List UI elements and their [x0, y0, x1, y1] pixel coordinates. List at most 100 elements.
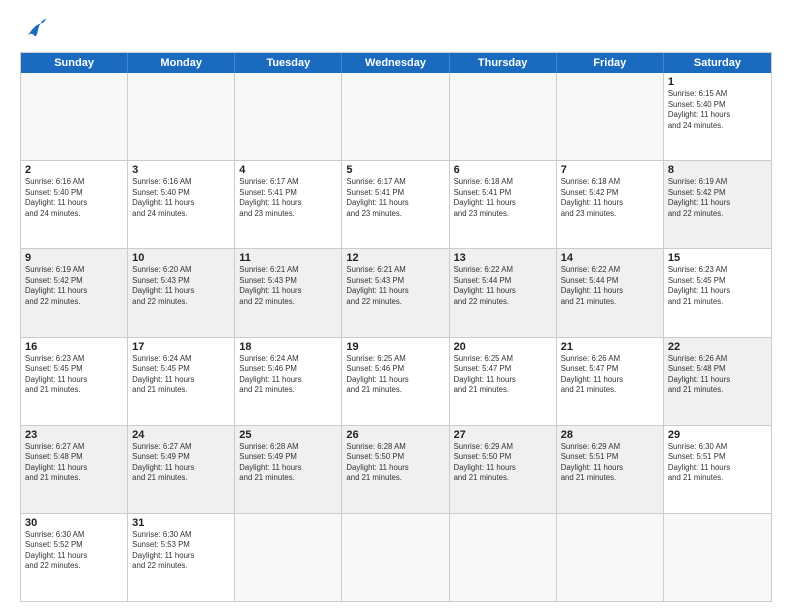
cell-text: Sunrise: 6:15 AM Sunset: 5:40 PM Dayligh… [668, 89, 767, 131]
table-row: 10Sunrise: 6:20 AM Sunset: 5:43 PM Dayli… [128, 249, 235, 336]
day-number: 24 [132, 429, 230, 441]
calendar-row: 16Sunrise: 6:23 AM Sunset: 5:45 PM Dayli… [21, 337, 771, 425]
calendar-body: 1Sunrise: 6:15 AM Sunset: 5:40 PM Daylig… [21, 73, 771, 601]
day-number: 26 [346, 429, 444, 441]
day-number: 31 [132, 517, 230, 529]
header-thursday: Thursday [450, 53, 557, 73]
table-row: 21Sunrise: 6:26 AM Sunset: 5:47 PM Dayli… [557, 338, 664, 425]
table-row: 6Sunrise: 6:18 AM Sunset: 5:41 PM Daylig… [450, 161, 557, 248]
table-row: 5Sunrise: 6:17 AM Sunset: 5:41 PM Daylig… [342, 161, 449, 248]
header-wednesday: Wednesday [342, 53, 449, 73]
table-row [450, 73, 557, 160]
cell-text: Sunrise: 6:24 AM Sunset: 5:46 PM Dayligh… [239, 354, 337, 396]
cell-text: Sunrise: 6:22 AM Sunset: 5:44 PM Dayligh… [561, 265, 659, 307]
table-row: 2Sunrise: 6:16 AM Sunset: 5:40 PM Daylig… [21, 161, 128, 248]
day-number: 28 [561, 429, 659, 441]
day-number: 30 [25, 517, 123, 529]
table-row: 29Sunrise: 6:30 AM Sunset: 5:51 PM Dayli… [664, 426, 771, 513]
table-row: 16Sunrise: 6:23 AM Sunset: 5:45 PM Dayli… [21, 338, 128, 425]
table-row: 28Sunrise: 6:29 AM Sunset: 5:51 PM Dayli… [557, 426, 664, 513]
header-tuesday: Tuesday [235, 53, 342, 73]
day-number: 8 [668, 164, 767, 176]
table-row: 23Sunrise: 6:27 AM Sunset: 5:48 PM Dayli… [21, 426, 128, 513]
table-row: 24Sunrise: 6:27 AM Sunset: 5:49 PM Dayli… [128, 426, 235, 513]
cell-text: Sunrise: 6:17 AM Sunset: 5:41 PM Dayligh… [346, 177, 444, 219]
cell-text: Sunrise: 6:29 AM Sunset: 5:51 PM Dayligh… [561, 442, 659, 484]
cell-text: Sunrise: 6:18 AM Sunset: 5:42 PM Dayligh… [561, 177, 659, 219]
table-row [664, 514, 771, 601]
day-number: 22 [668, 341, 767, 353]
day-number: 19 [346, 341, 444, 353]
day-number: 1 [668, 76, 767, 88]
table-row: 14Sunrise: 6:22 AM Sunset: 5:44 PM Dayli… [557, 249, 664, 336]
day-number: 5 [346, 164, 444, 176]
table-row: 17Sunrise: 6:24 AM Sunset: 5:45 PM Dayli… [128, 338, 235, 425]
cell-text: Sunrise: 6:17 AM Sunset: 5:41 PM Dayligh… [239, 177, 337, 219]
calendar-row: 1Sunrise: 6:15 AM Sunset: 5:40 PM Daylig… [21, 73, 771, 160]
cell-text: Sunrise: 6:28 AM Sunset: 5:49 PM Dayligh… [239, 442, 337, 484]
logo-icon [20, 16, 48, 44]
table-row: 11Sunrise: 6:21 AM Sunset: 5:43 PM Dayli… [235, 249, 342, 336]
cell-text: Sunrise: 6:25 AM Sunset: 5:47 PM Dayligh… [454, 354, 552, 396]
calendar-row: 9Sunrise: 6:19 AM Sunset: 5:42 PM Daylig… [21, 248, 771, 336]
day-number: 20 [454, 341, 552, 353]
cell-text: Sunrise: 6:30 AM Sunset: 5:51 PM Dayligh… [668, 442, 767, 484]
day-number: 11 [239, 252, 337, 264]
cell-text: Sunrise: 6:23 AM Sunset: 5:45 PM Dayligh… [668, 265, 767, 307]
calendar-row: 23Sunrise: 6:27 AM Sunset: 5:48 PM Dayli… [21, 425, 771, 513]
day-number: 14 [561, 252, 659, 264]
day-number: 18 [239, 341, 337, 353]
cell-text: Sunrise: 6:30 AM Sunset: 5:53 PM Dayligh… [132, 530, 230, 572]
day-number: 7 [561, 164, 659, 176]
cell-text: Sunrise: 6:21 AM Sunset: 5:43 PM Dayligh… [346, 265, 444, 307]
table-row: 30Sunrise: 6:30 AM Sunset: 5:52 PM Dayli… [21, 514, 128, 601]
cell-text: Sunrise: 6:29 AM Sunset: 5:50 PM Dayligh… [454, 442, 552, 484]
cell-text: Sunrise: 6:26 AM Sunset: 5:47 PM Dayligh… [561, 354, 659, 396]
table-row: 12Sunrise: 6:21 AM Sunset: 5:43 PM Dayli… [342, 249, 449, 336]
cell-text: Sunrise: 6:18 AM Sunset: 5:41 PM Dayligh… [454, 177, 552, 219]
calendar-row: 30Sunrise: 6:30 AM Sunset: 5:52 PM Dayli… [21, 513, 771, 601]
table-row [235, 514, 342, 601]
table-row: 26Sunrise: 6:28 AM Sunset: 5:50 PM Dayli… [342, 426, 449, 513]
cell-text: Sunrise: 6:16 AM Sunset: 5:40 PM Dayligh… [25, 177, 123, 219]
day-number: 6 [454, 164, 552, 176]
day-number: 10 [132, 252, 230, 264]
table-row [342, 73, 449, 160]
cell-text: Sunrise: 6:16 AM Sunset: 5:40 PM Dayligh… [132, 177, 230, 219]
table-row: 27Sunrise: 6:29 AM Sunset: 5:50 PM Dayli… [450, 426, 557, 513]
table-row: 8Sunrise: 6:19 AM Sunset: 5:42 PM Daylig… [664, 161, 771, 248]
table-row [128, 73, 235, 160]
header [20, 16, 772, 44]
cell-text: Sunrise: 6:26 AM Sunset: 5:48 PM Dayligh… [668, 354, 767, 396]
table-row: 4Sunrise: 6:17 AM Sunset: 5:41 PM Daylig… [235, 161, 342, 248]
logo [20, 16, 50, 44]
table-row [21, 73, 128, 160]
table-row: 19Sunrise: 6:25 AM Sunset: 5:46 PM Dayli… [342, 338, 449, 425]
cell-text: Sunrise: 6:20 AM Sunset: 5:43 PM Dayligh… [132, 265, 230, 307]
day-number: 29 [668, 429, 767, 441]
table-row: 31Sunrise: 6:30 AM Sunset: 5:53 PM Dayli… [128, 514, 235, 601]
cell-text: Sunrise: 6:25 AM Sunset: 5:46 PM Dayligh… [346, 354, 444, 396]
calendar-row: 2Sunrise: 6:16 AM Sunset: 5:40 PM Daylig… [21, 160, 771, 248]
day-number: 15 [668, 252, 767, 264]
table-row: 25Sunrise: 6:28 AM Sunset: 5:49 PM Dayli… [235, 426, 342, 513]
table-row: 18Sunrise: 6:24 AM Sunset: 5:46 PM Dayli… [235, 338, 342, 425]
day-number: 27 [454, 429, 552, 441]
calendar-header: Sunday Monday Tuesday Wednesday Thursday… [21, 53, 771, 73]
cell-text: Sunrise: 6:23 AM Sunset: 5:45 PM Dayligh… [25, 354, 123, 396]
table-row: 9Sunrise: 6:19 AM Sunset: 5:42 PM Daylig… [21, 249, 128, 336]
table-row: 13Sunrise: 6:22 AM Sunset: 5:44 PM Dayli… [450, 249, 557, 336]
cell-text: Sunrise: 6:28 AM Sunset: 5:50 PM Dayligh… [346, 442, 444, 484]
day-number: 2 [25, 164, 123, 176]
table-row: 20Sunrise: 6:25 AM Sunset: 5:47 PM Dayli… [450, 338, 557, 425]
table-row: 3Sunrise: 6:16 AM Sunset: 5:40 PM Daylig… [128, 161, 235, 248]
cell-text: Sunrise: 6:27 AM Sunset: 5:49 PM Dayligh… [132, 442, 230, 484]
day-number: 13 [454, 252, 552, 264]
cell-text: Sunrise: 6:30 AM Sunset: 5:52 PM Dayligh… [25, 530, 123, 572]
table-row [342, 514, 449, 601]
cell-text: Sunrise: 6:19 AM Sunset: 5:42 PM Dayligh… [25, 265, 123, 307]
calendar: Sunday Monday Tuesday Wednesday Thursday… [20, 52, 772, 602]
table-row [557, 73, 664, 160]
day-number: 23 [25, 429, 123, 441]
header-friday: Friday [557, 53, 664, 73]
